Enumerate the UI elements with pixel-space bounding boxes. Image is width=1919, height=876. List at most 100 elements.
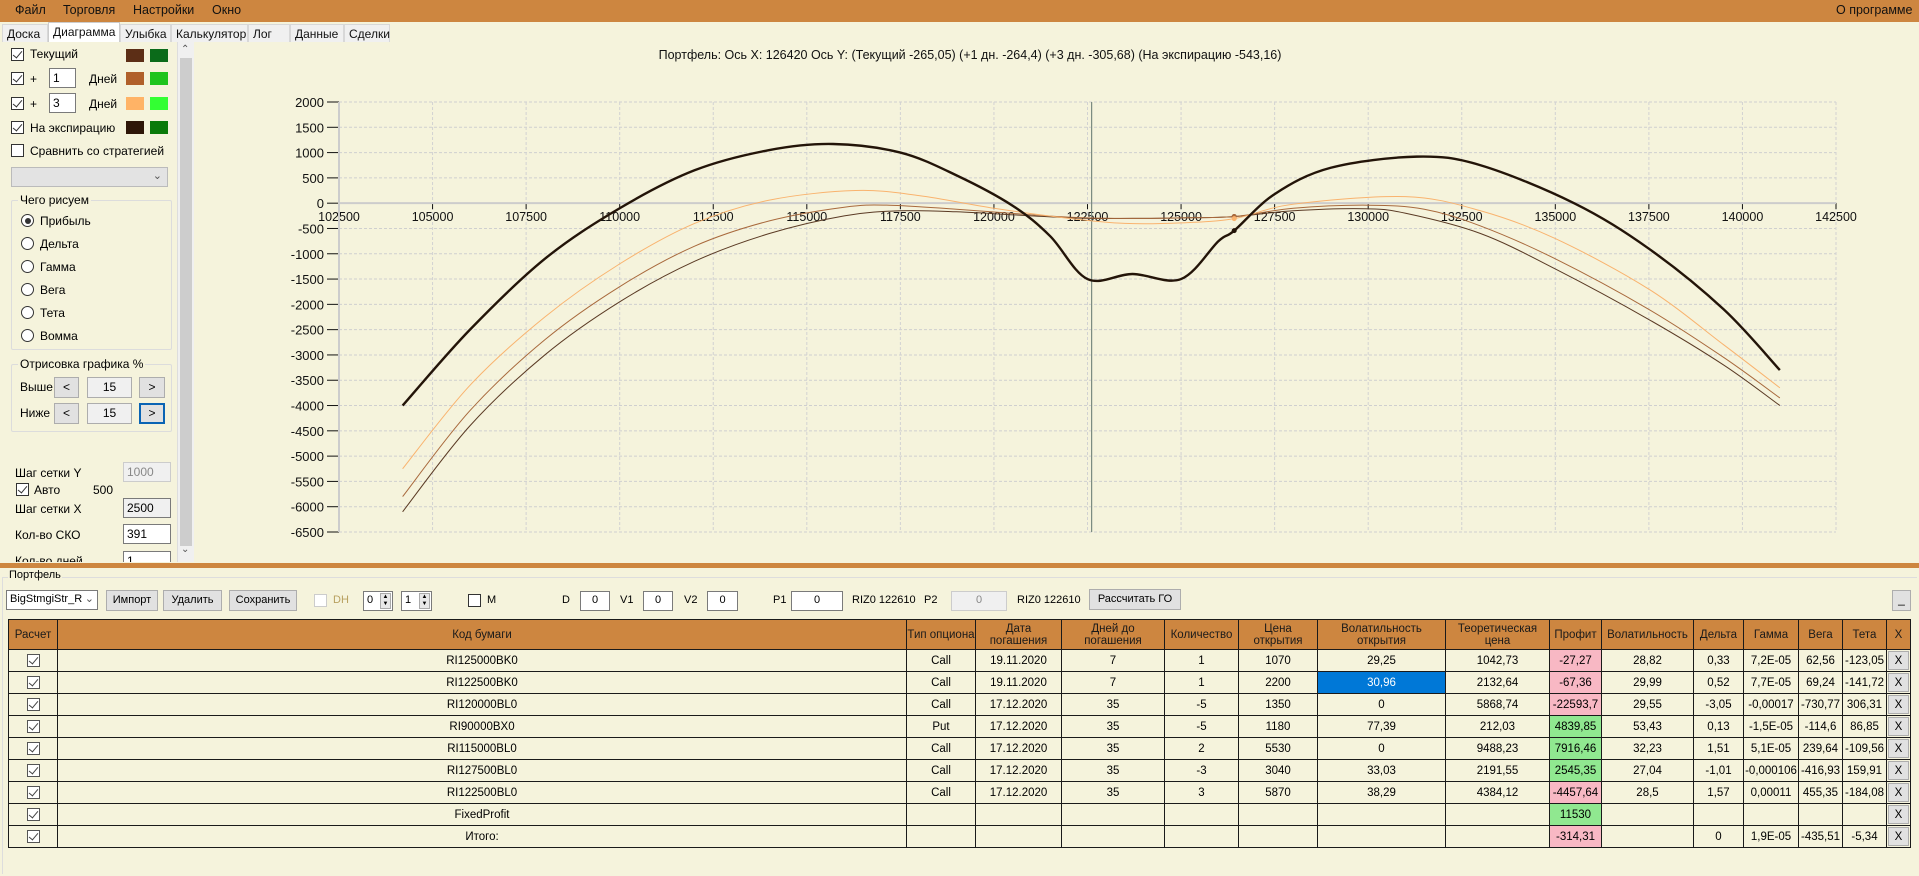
security-code-cell[interactable]: Итого: [57, 825, 907, 848]
profit-cell[interactable]: 2545,35 [1549, 759, 1602, 782]
open-price-cell[interactable]: 1070 [1238, 649, 1318, 672]
strategy-dropdown[interactable]: ⌄ [11, 167, 168, 187]
grid-x-input[interactable]: 2500 [123, 498, 171, 518]
plus1-color-swatch[interactable] [126, 72, 144, 85]
volatility-cell[interactable]: 29,99 [1601, 671, 1694, 694]
security-code-cell[interactable]: RI120000BL0 [57, 693, 907, 716]
days-to-expiry-cell[interactable]: 35 [1061, 781, 1165, 804]
gamma-cell[interactable]: 7,2E-05 [1743, 649, 1799, 672]
expiry-date-cell[interactable]: 19.11.2020 [975, 649, 1062, 672]
menu-settings[interactable]: Настройки [133, 3, 194, 17]
column-header[interactable]: Теоретическая цена [1445, 619, 1550, 650]
option-type-cell[interactable]: Call [906, 781, 976, 804]
compare-strategy-checkbox[interactable] [11, 144, 24, 157]
days-to-expiry-cell[interactable]: 35 [1061, 693, 1165, 716]
expiry-date-cell[interactable]: 17.12.2020 [975, 715, 1062, 738]
theta-cell[interactable]: 86,85 [1842, 715, 1887, 738]
delta-cell[interactable]: 1,57 [1693, 781, 1744, 804]
delete-button[interactable]: Удалить [163, 590, 222, 611]
vega-cell[interactable]: -114,6 [1798, 715, 1843, 738]
volatility-cell[interactable]: 32,23 [1601, 737, 1694, 760]
p1-input[interactable]: 0 [791, 591, 843, 611]
delete-row-button[interactable]: X [1888, 717, 1909, 736]
menu-file[interactable]: Файл [15, 3, 46, 17]
auto-checkbox[interactable] [16, 483, 29, 496]
spinner-arrows-icon[interactable]: ▲ ▼ [419, 593, 430, 609]
vega-cell[interactable]: 62,56 [1798, 649, 1843, 672]
plus3-days-input[interactable]: 3 [49, 93, 76, 113]
days-to-expiry-cell[interactable]: 35 [1061, 737, 1165, 760]
quantity-cell[interactable]: 1 [1164, 649, 1239, 672]
profit-cell[interactable]: 11530 [1549, 803, 1602, 826]
calc-checkbox[interactable] [26, 720, 40, 733]
vega-cell[interactable]: -730,77 [1798, 693, 1843, 716]
m-checkbox[interactable] [468, 594, 481, 607]
below-decrease-button[interactable]: < [54, 403, 79, 424]
delta-cell[interactable]: 1,51 [1693, 737, 1744, 760]
tab-calculator[interactable]: Калькулятор [171, 24, 248, 42]
gamma-cell[interactable] [1743, 803, 1799, 826]
column-header[interactable]: Профит [1549, 619, 1602, 650]
theoretical-price-cell[interactable]: 5868,74 [1445, 693, 1550, 716]
v1-input[interactable]: 0 [643, 591, 673, 611]
scroll-thumb[interactable] [180, 58, 192, 546]
radio-theta[interactable] [21, 306, 34, 319]
gamma-cell[interactable]: 5,1E-05 [1743, 737, 1799, 760]
open-price-cell[interactable]: 2200 [1238, 671, 1318, 694]
column-header[interactable]: Количество [1164, 619, 1239, 650]
option-type-cell[interactable] [906, 825, 976, 848]
column-header[interactable]: Дней до погашения [1061, 619, 1165, 650]
vega-cell[interactable]: -435,51 [1798, 825, 1843, 848]
spin-first[interactable]: 0 ▲ ▼ [363, 591, 393, 611]
column-header[interactable]: Расчет [8, 619, 58, 650]
column-header[interactable]: Вега [1798, 619, 1843, 650]
gamma-cell[interactable]: -0,00017 [1743, 693, 1799, 716]
menu-window[interactable]: Окно [212, 3, 241, 17]
tab-deals[interactable]: Сделки [344, 24, 390, 42]
delete-row-button[interactable]: X [1888, 783, 1909, 802]
spin-second[interactable]: 1 ▲ ▼ [401, 591, 432, 611]
radio-gamma[interactable] [21, 260, 34, 273]
open-price-cell[interactable]: 1180 [1238, 715, 1318, 738]
volatility-cell[interactable] [1601, 825, 1694, 848]
vega-cell[interactable] [1798, 803, 1843, 826]
plus1-checkbox[interactable] [11, 72, 24, 85]
open-volatility-cell[interactable] [1317, 803, 1446, 826]
calc-checkbox[interactable] [26, 830, 40, 843]
tab-board[interactable]: Доска [2, 24, 48, 42]
open-volatility-cell[interactable]: 29,25 [1317, 649, 1446, 672]
calc-checkbox[interactable] [26, 786, 40, 799]
days-to-expiry-cell[interactable] [1061, 825, 1165, 848]
tab-smile[interactable]: Улыбка [120, 24, 171, 42]
theta-cell[interactable]: 159,91 [1842, 759, 1887, 782]
theta-cell[interactable] [1842, 803, 1887, 826]
minimize-button[interactable]: _ [1892, 590, 1911, 611]
current-color-swatch[interactable] [126, 49, 144, 62]
table-row[interactable]: RI127500BL0 Call 17.12.2020 35 -3 3040 33,03 21… [8, 759, 1911, 782]
table-row[interactable]: Итого: -314,31 0 1,9E-05 -435,51 -5,34 X [8, 825, 1911, 848]
security-code-cell[interactable]: RI125000BK0 [57, 649, 907, 672]
current-alt-color-swatch[interactable] [150, 49, 168, 62]
delta-cell[interactable]: -1,01 [1693, 759, 1744, 782]
security-code-cell[interactable]: RI122500BK0 [57, 671, 907, 694]
volatility-cell[interactable]: 53,43 [1601, 715, 1694, 738]
table-row[interactable]: RI120000BL0 Call 17.12.2020 35 -5 1350 0 5868,7… [8, 693, 1911, 716]
radio-vega[interactable] [21, 283, 34, 296]
expiry-color-swatch[interactable] [126, 121, 144, 134]
days-to-expiry-cell[interactable]: 7 [1061, 649, 1165, 672]
days-to-expiry-cell[interactable]: 35 [1061, 759, 1165, 782]
option-type-cell[interactable]: Call [906, 671, 976, 694]
quantity-cell[interactable]: -5 [1164, 693, 1239, 716]
expiry-date-cell[interactable] [975, 825, 1062, 848]
days-count-input[interactable]: 1 [123, 551, 171, 562]
calc-checkbox[interactable] [26, 654, 40, 667]
tab-log[interactable]: Лог [248, 24, 290, 42]
days-to-expiry-cell[interactable]: 35 [1061, 715, 1165, 738]
calc-checkbox[interactable] [26, 742, 40, 755]
strategy-select[interactable]: BigStmgiStr_R ⌄ [6, 590, 98, 610]
security-code-cell[interactable]: RI122500BL0 [57, 781, 907, 804]
spinner-arrows-icon[interactable]: ▲ ▼ [380, 593, 391, 609]
expiry-checkbox[interactable] [11, 121, 24, 134]
profit-cell[interactable]: -67,36 [1549, 671, 1602, 694]
theta-cell[interactable]: -109,56 [1842, 737, 1887, 760]
